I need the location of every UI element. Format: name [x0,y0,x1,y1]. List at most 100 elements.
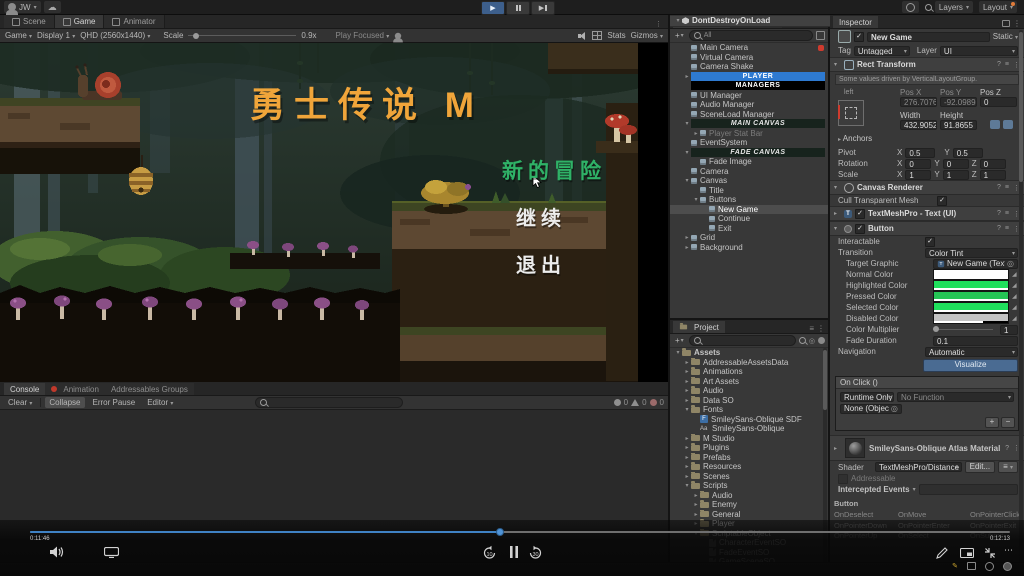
pivot-x-field[interactable]: 0.5 [905,148,935,158]
foldout-icon[interactable]: ▸ [692,511,700,518]
object-picker-icon[interactable]: ◎ [891,404,898,414]
disabled-color-swatch[interactable] [933,313,1009,324]
foldout-icon[interactable]: ▸ [683,463,691,470]
project-search-input[interactable] [689,335,796,346]
collapse-toggle[interactable]: Collapse [45,397,84,408]
shader-dropdown[interactable]: TextMeshPro/Distance F▾ [875,462,962,472]
tab-animation[interactable]: Animation [45,383,105,395]
layout-dropdown[interactable]: Layout ▾ [979,1,1017,13]
hierarchy-item-audio-manager[interactable]: Audio Manager [670,100,828,110]
project-item-audio[interactable]: ▸Audio [670,386,828,396]
hierarchy-item-background[interactable]: ▸Background [670,243,828,253]
add-event-button[interactable]: + [985,417,999,428]
scale-x-field[interactable]: 1 [905,170,931,180]
anchors-foldout[interactable]: ▸ Anchors [838,134,872,143]
hierarchy-item-managers[interactable]: MANAGERS [670,81,828,91]
event-function-dropdown[interactable]: No Function▾ [897,392,1014,402]
console-search-input[interactable] [255,397,403,408]
intercepted-events-row[interactable]: Intercepted Events ▾ [830,484,1024,495]
hierarchy-item-fade-image[interactable]: Fade Image [670,157,828,167]
scale-slider[interactable] [188,35,296,36]
foldout-icon[interactable]: ▾ [683,120,691,127]
skip-back-10-icon[interactable]: 10 [482,545,497,560]
foldout-icon[interactable]: ▾ [683,482,691,489]
foldout-icon[interactable]: ▾ [692,196,700,203]
tab-game[interactable]: Game [55,15,105,28]
resolution-dropdown[interactable]: QHD (2560x1440) ▾ [80,31,150,40]
eyedropper-icon[interactable]: ◢ [1012,304,1018,311]
project-scrollbar[interactable] [823,350,827,410]
foldout-icon[interactable]: ▸ [683,435,691,442]
project-item-resources[interactable]: ▸Resources [670,462,828,472]
undo-history-button[interactable] [902,1,919,13]
hierarchy-item-title[interactable]: Title [670,186,828,196]
play-focused-dropdown[interactable]: Play Focused ▾ [336,31,390,40]
blueprint-toggle[interactable] [990,120,1000,129]
vsync-grid-icon[interactable] [592,31,602,40]
add-object-button[interactable]: +▾ [673,31,686,40]
foldout-icon[interactable]: ▸ [683,73,691,80]
project-item-animations[interactable]: ▸Animations [670,367,828,377]
rotation-x-field[interactable]: 0 [905,159,931,169]
search-window-icon[interactable] [816,31,825,40]
collab-status-icon[interactable] [985,562,994,571]
hierarchy-item-camera[interactable]: Camera [670,167,828,177]
project-item-art-assets[interactable]: ▸Art Assets [670,377,828,387]
width-field[interactable]: 432.9052 [900,120,937,130]
gizmos-dropdown[interactable]: Gizmos ▾ [631,31,663,40]
hierarchy-item-camera-shake[interactable]: Camera Shake [670,62,828,72]
rotation-y-field[interactable]: 0 [943,159,969,169]
active-checkbox[interactable]: ✓ [854,32,864,42]
hierarchy-item-new-game[interactable]: New Game [670,205,828,215]
pos-y-field[interactable]: -92.09894 [940,97,977,107]
volume-icon[interactable] [50,546,64,558]
stats-toggle[interactable]: Stats [607,31,625,40]
pause-button[interactable] [506,1,530,15]
project-item-m-studio[interactable]: ▸M Studio [670,434,828,444]
timeline-knob[interactable] [496,528,504,536]
hierarchy-item-virtual-camera[interactable]: Virtual Camera [670,53,828,63]
object-picker-icon[interactable]: ◎ [1007,259,1014,269]
hierarchy-item-player-stat-bar[interactable]: ▸Player Stat Bar [670,129,828,139]
tab-console[interactable]: Console [4,383,45,395]
project-item-enemy[interactable]: ▸Enemy [670,500,828,510]
search-by-type-icon[interactable] [799,337,806,344]
hierarchy-item-fade-canvas[interactable]: ▾FADE CANVAS [670,148,828,158]
project-item-fonts[interactable]: ▾Fonts [670,405,828,415]
intercepted-events-field[interactable] [919,484,1018,495]
foldout-icon[interactable]: ▸ [683,387,691,394]
shader-menu-button[interactable]: ≡ ▾ [998,461,1018,473]
search-icon[interactable] [925,4,932,11]
progress-status-icon[interactable] [1003,562,1012,571]
anchor-preset-widget[interactable] [838,100,864,126]
menu-icon[interactable]: ⋮ [817,324,825,333]
hierarchy-item-buttons[interactable]: ▾Buttons [670,195,828,205]
video-timeline[interactable] [30,531,1010,533]
package-visibility-icon[interactable]: ◎ [809,337,815,345]
highlighted-color-swatch[interactable] [933,280,1009,291]
enabled-checkbox[interactable]: ✓ [855,209,865,219]
visualize-button[interactable]: Visualize [923,359,1018,372]
hidden-count-icon[interactable] [818,337,825,344]
cloud-button[interactable]: ☁ [44,1,61,13]
pivot-y-field[interactable]: 0.5 [953,148,983,158]
project-item-data-so[interactable]: ▸Data SO [670,396,828,406]
hierarchy-item-exit[interactable]: Exit [670,224,828,234]
editor-dropdown[interactable]: Editor ▾ [143,397,177,408]
project-item-smileysans-oblique-sdf[interactable]: SmileySans-Oblique SDF [670,415,828,425]
clear-button[interactable]: Clear ▾ [4,397,36,408]
layers-dropdown[interactable]: Layers ▾ [935,1,973,13]
hierarchy-item-canvas[interactable]: ▾Canvas [670,176,828,186]
foldout-icon[interactable]: ▸ [683,378,691,385]
cache-status-icon[interactable] [967,562,976,570]
foldout-icon[interactable]: ▸ [692,501,700,508]
presets-icon[interactable]: ≡ [1005,210,1009,217]
transition-dropdown[interactable]: Color Tint▾ [925,248,1018,258]
tag-dropdown[interactable]: Untagged▾ [854,46,910,56]
rotation-z-field[interactable]: 0 [980,159,1006,169]
static-dropdown[interactable]: Static ▾ [993,32,1018,41]
game-viewport[interactable]: 勇士传说 M 新的冒险 继续 退出 [0,43,668,382]
foldout-icon[interactable]: ▸ [692,130,700,137]
more-options-icon[interactable]: ⋯ [1004,545,1013,556]
project-item-scenes[interactable]: ▸Scenes [670,472,828,482]
